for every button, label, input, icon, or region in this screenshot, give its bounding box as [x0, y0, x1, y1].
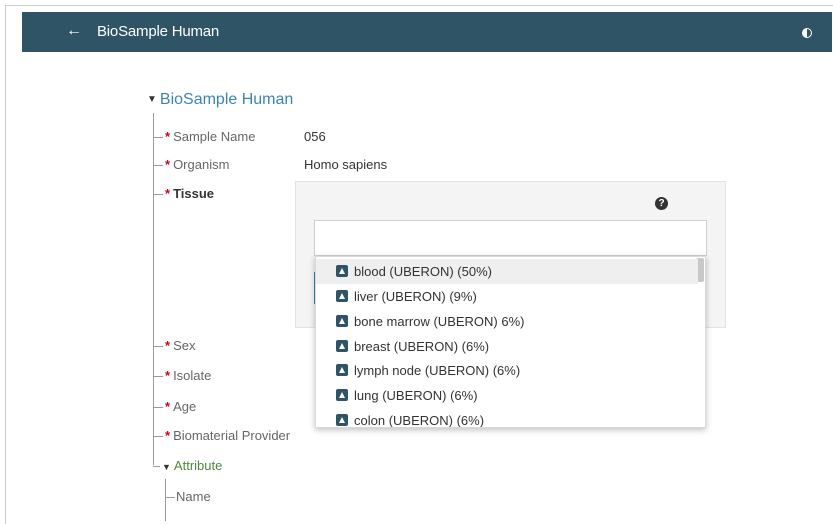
ontology-icon: [336, 315, 348, 327]
tissue-input[interactable]: [314, 220, 707, 256]
suggestion-item[interactable]: lung (UBERON) (6%): [316, 383, 698, 408]
required-marker: *: [165, 186, 171, 201]
suggestion-label: breast (UBERON) (6%): [354, 339, 490, 354]
suggestion-label: colon (UBERON) (6%): [354, 413, 485, 428]
ontology-icon: [336, 364, 348, 376]
suggestion-label: liver (UBERON) (9%): [354, 289, 477, 304]
suggestion-item[interactable]: blood (UBERON) (50%): [316, 259, 698, 284]
field-label: Tissue: [173, 186, 215, 201]
field-sample-name: * Sample Name: [153, 129, 255, 144]
attribute-label: Attribute: [173, 458, 223, 473]
help-icon[interactable]: ?: [655, 197, 668, 210]
arrow-left-icon[interactable]: ←: [66, 22, 82, 40]
ontology-icon: [336, 265, 348, 277]
attribute-section[interactable]: ▼ Attribute: [153, 458, 222, 473]
caret-down-icon[interactable]: ▼: [147, 94, 157, 105]
field-sex: * Sex: [153, 338, 195, 353]
suggestion-item[interactable]: liver (UBERON) (9%): [316, 284, 698, 309]
field-biomaterial-provider: * Biomaterial Provider: [153, 428, 290, 443]
section-header-biosample[interactable]: ▼ BioSample Human: [147, 91, 293, 109]
field-tissue: * Tissue: [153, 186, 214, 201]
suggestion-item[interactable]: lymph node (UBERON) (6%): [316, 358, 698, 383]
field-label: Sample Name: [173, 129, 256, 144]
ontology-icon: [336, 340, 348, 352]
top-bar: ← BioSample Human: [22, 12, 832, 52]
contrast-icon[interactable]: [802, 28, 812, 38]
suggestion-item[interactable]: breast (UBERON) (6%): [316, 334, 698, 359]
suggestion-label: blood (UBERON) (50%): [354, 264, 492, 279]
suggestion-dropdown[interactable]: blood (UBERON) (50%) liver (UBERON) (9%)…: [315, 256, 706, 428]
ontology-icon: [336, 414, 348, 426]
required-marker: *: [165, 157, 171, 172]
organism-value[interactable]: Homo sapiens: [304, 157, 387, 172]
field-label: Biomaterial Provider: [173, 428, 291, 443]
suggestion-label: lung (UBERON) (6%): [354, 388, 478, 403]
field-label: Isolate: [173, 368, 212, 383]
caret-down-icon[interactable]: ▼: [162, 462, 171, 472]
ontology-icon: [336, 389, 348, 401]
field-attribute-name: Name: [165, 489, 211, 504]
required-marker: *: [165, 399, 171, 414]
field-label: Organism: [173, 157, 230, 172]
ontology-icon: [336, 290, 348, 302]
suggestion-label: bone marrow (UBERON) 6%): [354, 314, 525, 329]
required-marker: *: [165, 428, 171, 443]
suggestion-item[interactable]: bone marrow (UBERON) 6%): [316, 309, 698, 334]
field-label: Age: [173, 399, 197, 414]
field-label: Name: [176, 489, 211, 504]
page-title: BioSample Human: [97, 23, 220, 40]
sample-name-value[interactable]: 056: [304, 129, 326, 144]
section-title-label: BioSample Human: [159, 91, 294, 108]
field-age: * Age: [153, 399, 196, 414]
field-label: Sex: [173, 338, 196, 353]
suggestion-item[interactable]: colon (UBERON) (6%): [316, 408, 698, 428]
field-isolate: * Isolate: [153, 368, 211, 383]
required-marker: *: [165, 368, 171, 383]
required-marker: *: [165, 338, 171, 353]
suggestion-label: lymph node (UBERON) (6%): [354, 363, 521, 378]
field-organism: * Organism: [153, 157, 229, 172]
required-marker: *: [165, 129, 171, 144]
